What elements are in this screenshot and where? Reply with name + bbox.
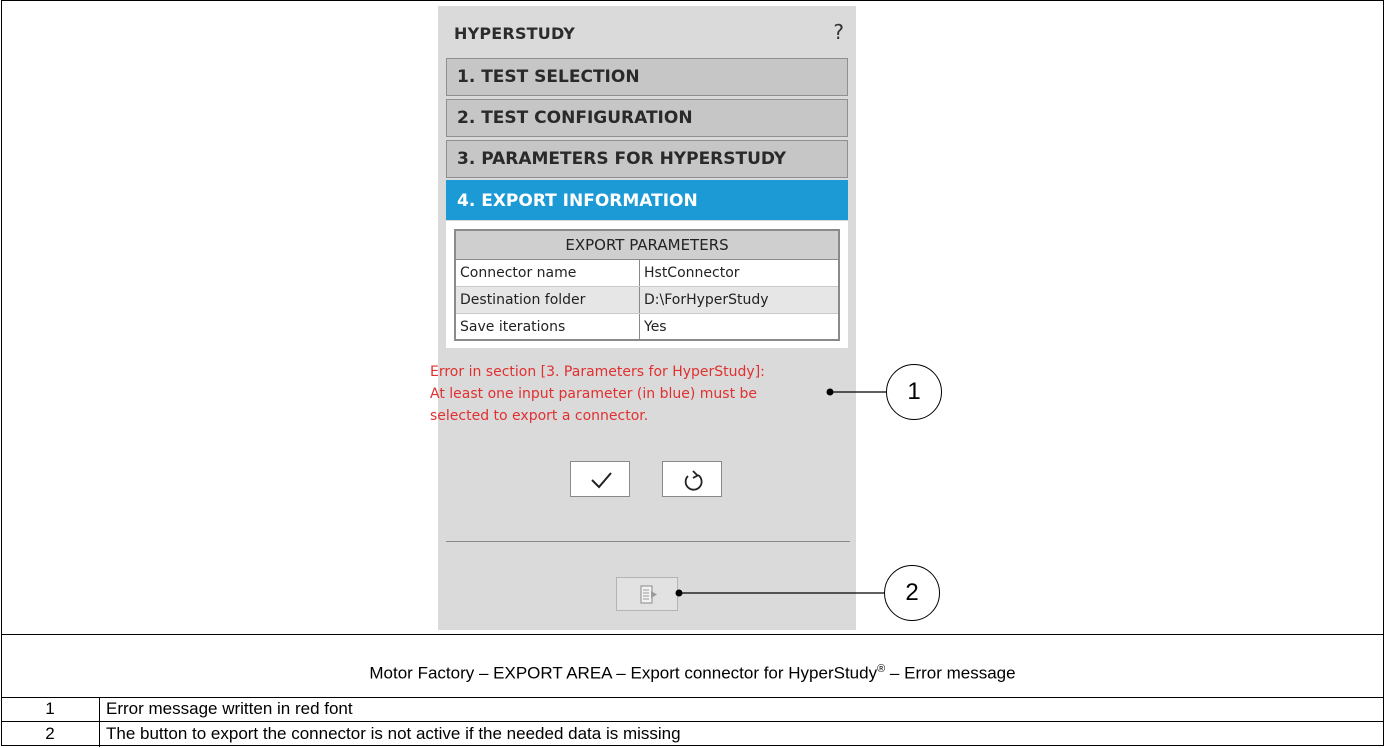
- legend-number: 1: [45, 699, 55, 718]
- figure-caption: Motor Factory – EXPORT AREA – Export con…: [0, 663, 1385, 684]
- callout-leaders: [675, 388, 887, 597]
- registered-mark: ®: [877, 663, 886, 675]
- caption-text: Motor Factory – EXPORT AREA – Export con…: [369, 663, 878, 683]
- callout-1: 1: [886, 364, 942, 420]
- legend-text: Error message written in red font: [106, 699, 353, 718]
- callout-2: 2: [884, 565, 940, 621]
- legend-text: The button to export the connector is no…: [106, 724, 681, 743]
- caption-suffix: – Error message: [885, 663, 1016, 683]
- legend-number: 2: [45, 724, 55, 743]
